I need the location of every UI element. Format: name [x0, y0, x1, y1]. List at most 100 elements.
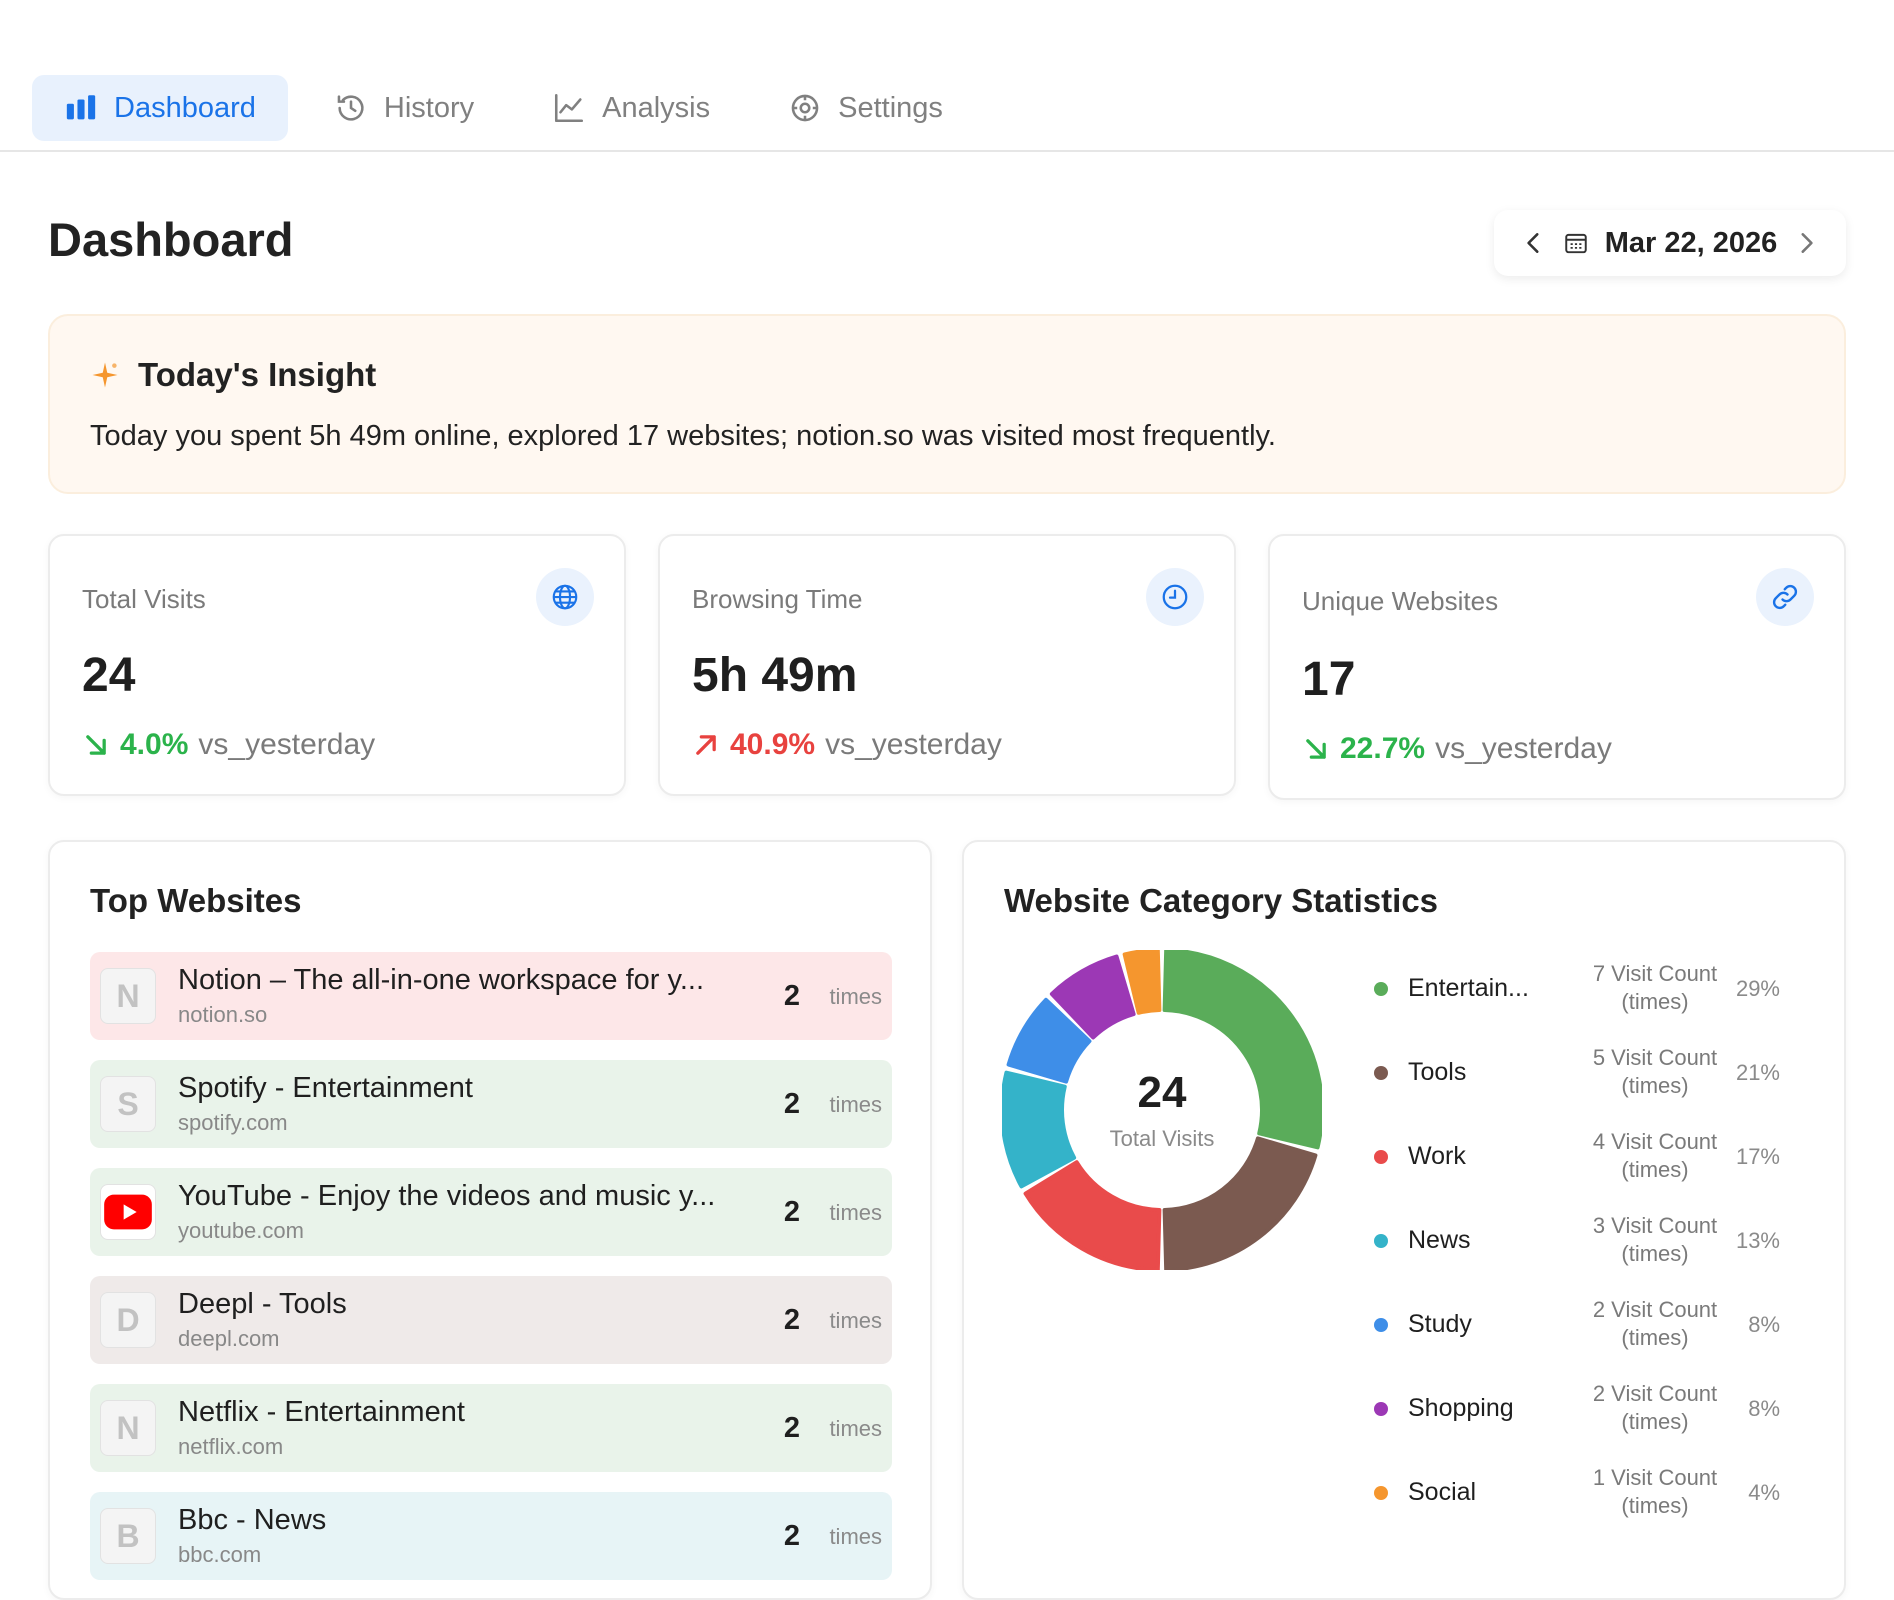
- insight-card: Today's Insight Today you spent 5h 49m o…: [48, 314, 1846, 494]
- link-icon: [1772, 584, 1798, 610]
- site-row[interactable]: N Notion – The all-in-one workspace for …: [90, 952, 892, 1040]
- visit-unit: times: [829, 1092, 882, 1117]
- insight-header: Today's Insight: [90, 356, 376, 394]
- page-title: Dashboard: [48, 213, 294, 266]
- legend-category: Study: [1408, 1310, 1472, 1338]
- favicon-letter: S: [100, 1076, 156, 1132]
- legend-color-dot: [1374, 982, 1388, 996]
- visit-unit: times: [829, 1524, 882, 1549]
- donut-center-value: 24: [1137, 1068, 1187, 1117]
- category-stats-panel: Website Category Statistics 24 Total Vis…: [962, 840, 1846, 1600]
- site-domain: youtube.com: [178, 1218, 304, 1243]
- top-nav-bar: Dashboard History Analysis Settings: [0, 0, 1894, 152]
- visit-count: 2: [783, 1304, 800, 1336]
- favicon-letter: D: [100, 1292, 156, 1348]
- stat-label: Total Visits: [82, 584, 206, 614]
- site-row[interactable]: YouTube - Enjoy the videos and music y..…: [90, 1168, 892, 1256]
- stat-change-percent: 4.0%: [120, 728, 189, 761]
- visit-unit: times: [829, 1416, 882, 1441]
- stat-icon-badge: [536, 568, 594, 626]
- panel-title: Top Websites: [90, 882, 302, 919]
- calendar-icon: [1565, 233, 1587, 254]
- favicon-letter: N: [100, 1400, 156, 1456]
- legend-color-dot: [1374, 1402, 1388, 1416]
- stat-icon-badge: [1146, 568, 1204, 626]
- donut-chart: 24 Total Visits: [1000, 948, 1324, 1272]
- stat-change: 4.0% vs_yesterday: [82, 728, 375, 762]
- tab-settings[interactable]: Settings: [756, 75, 975, 141]
- stat-change-caption: vs_yesterday: [825, 728, 1002, 761]
- arrow-up-right-icon: [696, 735, 716, 755]
- stat-change-percent: 40.9%: [730, 728, 816, 761]
- chevron-left-icon[interactable]: [1521, 230, 1547, 256]
- visit-count: 2: [783, 1412, 800, 1444]
- legend-category: Work: [1408, 1142, 1466, 1170]
- legend-color-dot: [1374, 1066, 1388, 1080]
- legend-color-dot: [1374, 1318, 1388, 1332]
- donut-segment-work[interactable]: [1023, 1160, 1162, 1272]
- visit-unit: times: [829, 1200, 882, 1225]
- tab-label: Settings: [838, 91, 943, 124]
- globe-icon: [552, 584, 578, 610]
- insight-text: Today you spent 5h 49m online, explored …: [90, 420, 1276, 452]
- stat-value: 5h 49m: [692, 649, 858, 702]
- tab-label: Analysis: [602, 91, 711, 124]
- legend-category: Shopping: [1408, 1394, 1514, 1422]
- legend-percent: 13%: [1735, 1228, 1780, 1253]
- stat-card-unique-websites: Unique Websites 17 22.7% vs_yesterday: [1268, 534, 1846, 800]
- insight-title: Today's Insight: [138, 356, 377, 393]
- legend-count: 2 Visit Count (times): [1592, 1297, 1718, 1350]
- tab-analysis[interactable]: Analysis: [520, 75, 742, 141]
- visit-count: 2: [783, 980, 800, 1012]
- panel-title: Website Category Statistics: [1004, 882, 1439, 919]
- site-title: YouTube - Enjoy the videos and music y..…: [178, 1180, 716, 1212]
- legend-percent: 21%: [1735, 1060, 1780, 1085]
- visit-count: 2: [783, 1196, 800, 1228]
- favicon-youtube: [100, 1184, 156, 1240]
- site-list: N Notion – The all-in-one workspace for …: [90, 952, 892, 1600]
- legend-count: 1 Visit Count (times): [1592, 1465, 1718, 1518]
- legend-category: News: [1408, 1226, 1471, 1254]
- site-title: Notion – The all-in-one workspace for y.…: [178, 964, 705, 996]
- site-row[interactable]: S Spotify - Entertainment spotify.com 2 …: [90, 1060, 892, 1148]
- site-title: Bbc - News: [178, 1504, 327, 1536]
- legend-percent: 17%: [1735, 1144, 1780, 1169]
- tab-history[interactable]: History: [302, 75, 506, 141]
- stat-label: Browsing Time: [692, 584, 863, 614]
- bar-chart-icon: [66, 95, 96, 120]
- chevron-right-icon[interactable]: [1793, 230, 1819, 256]
- site-row[interactable]: N Netflix - Entertainment netflix.com 2 …: [90, 1384, 892, 1472]
- tab-dashboard[interactable]: Dashboard: [32, 75, 288, 141]
- visit-count: 2: [783, 1088, 800, 1120]
- stat-label: Unique Websites: [1302, 586, 1499, 616]
- legend-color-dot: [1374, 1150, 1388, 1164]
- donut-segment-tools[interactable]: [1162, 1136, 1318, 1272]
- legend-item: News 3 Visit Count (times) 13%: [1374, 1204, 1794, 1288]
- legend-category: Social: [1408, 1478, 1477, 1506]
- site-domain: netflix.com: [178, 1434, 284, 1459]
- tab-bar: Dashboard History Analysis Settings: [32, 75, 975, 141]
- stat-card-browsing-time: Browsing Time 5h 49m 40.9% vs_yesterday: [658, 534, 1236, 796]
- site-domain: spotify.com: [178, 1110, 288, 1135]
- site-row[interactable]: B Bbc - News bbc.com 2 times: [90, 1492, 892, 1580]
- legend-percent: 29%: [1735, 976, 1780, 1001]
- site-title: Spotify - Entertainment: [178, 1072, 473, 1104]
- legend-item: Tools 5 Visit Count (times) 21%: [1374, 1036, 1794, 1120]
- stat-change-caption: vs_yesterday: [198, 728, 376, 761]
- legend-item: Shopping 2 Visit Count (times) 8%: [1374, 1372, 1794, 1456]
- stat-change-percent: 22.7%: [1340, 732, 1426, 765]
- stat-value: 17: [1302, 653, 1356, 706]
- visit-unit: times: [829, 984, 882, 1009]
- history-icon: [337, 95, 364, 121]
- current-date[interactable]: Mar 22, 2026: [1605, 227, 1778, 260]
- site-domain: bbc.com: [178, 1542, 262, 1567]
- stat-change: 40.9% vs_yesterday: [692, 728, 1002, 762]
- visit-unit: times: [829, 1308, 882, 1333]
- legend-count: 2 Visit Count (times): [1592, 1381, 1718, 1434]
- date-navigator: Mar 22, 2026: [1494, 210, 1846, 276]
- site-row[interactable]: D Deepl - Tools deepl.com 2 times: [90, 1276, 892, 1364]
- donut-center-label: Total Visits: [1109, 1126, 1215, 1151]
- legend-item: Entertain... 7 Visit Count (times) 29%: [1374, 952, 1794, 1036]
- stat-card-total-visits: Total Visits 24 4.0% vs_yesterday: [48, 534, 626, 796]
- top-websites-panel: Top Websites N Notion – The all-in-one w…: [48, 840, 932, 1600]
